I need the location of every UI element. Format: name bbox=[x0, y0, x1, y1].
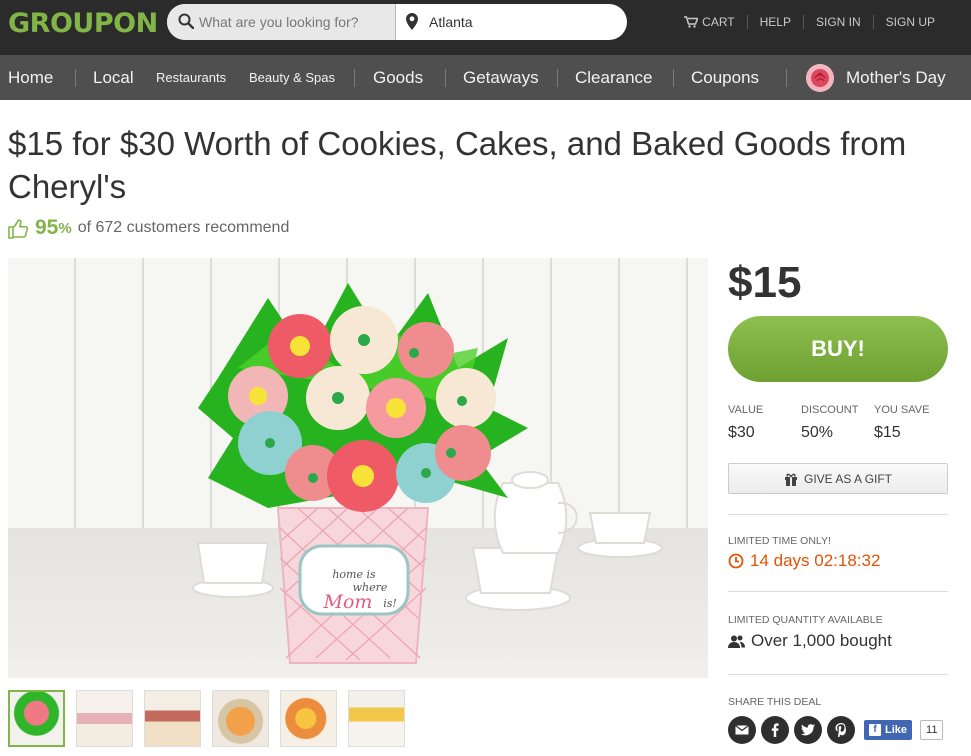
twitter-icon bbox=[801, 724, 815, 736]
cookie-bouquet-illustration: home is where Mom is! bbox=[192, 283, 663, 664]
nav-coupons[interactable]: Coupons bbox=[691, 55, 759, 100]
facebook-like-label: Like bbox=[885, 724, 908, 736]
recommend-percent: 95 bbox=[35, 216, 59, 239]
category-nav: Home Local Restaurants Beauty & Spas Goo… bbox=[0, 55, 971, 100]
nav-home[interactable]: Home bbox=[8, 55, 53, 100]
share-label: SHARE THIS DEAL bbox=[728, 696, 822, 708]
thumbnail-2[interactable] bbox=[76, 690, 133, 747]
savings-label: YOU SAVE bbox=[874, 404, 930, 416]
nav-restaurants[interactable]: Restaurants bbox=[156, 55, 226, 100]
recommend-summary: 95 % of 672 customers recommend bbox=[8, 216, 289, 240]
search-bar bbox=[167, 4, 627, 40]
search-field bbox=[167, 4, 396, 40]
facebook-like-count: 11 bbox=[920, 720, 944, 740]
twitter-share-button[interactable] bbox=[794, 716, 822, 744]
deal-main-image[interactable]: home is where Mom is! bbox=[8, 258, 708, 678]
pinterest-share-button[interactable] bbox=[827, 716, 855, 744]
divider bbox=[728, 514, 948, 515]
thumbnail-1[interactable] bbox=[8, 690, 65, 747]
nav-clearance[interactable]: Clearance bbox=[575, 55, 653, 100]
value-amount: $30 bbox=[728, 424, 755, 441]
divider bbox=[728, 591, 948, 592]
deal-stats: VALUE $30 DISCOUNT 50% YOU SAVE $15 bbox=[728, 404, 947, 442]
nav-divider bbox=[354, 69, 355, 87]
nav-local[interactable]: Local bbox=[93, 55, 134, 100]
nav-mothers-day[interactable]: Mother's Day bbox=[846, 55, 946, 100]
give-as-gift-button[interactable]: GIVE AS A GIFT bbox=[728, 463, 948, 494]
cart-link[interactable]: CART bbox=[672, 15, 746, 29]
nav-divider bbox=[557, 69, 558, 87]
thumbnail-4[interactable] bbox=[212, 690, 269, 747]
limited-time-label: LIMITED TIME ONLY! bbox=[728, 535, 831, 547]
gift-label: GIVE AS A GIFT bbox=[803, 471, 893, 486]
bought-count: Over 1,000 bought bbox=[728, 631, 892, 651]
nav-goods[interactable]: Goods bbox=[373, 55, 423, 100]
cart-icon bbox=[684, 16, 699, 28]
location-input[interactable] bbox=[429, 4, 619, 40]
thumbs-up-icon bbox=[8, 218, 29, 239]
nav-beauty-spas[interactable]: Beauty & Spas bbox=[249, 55, 335, 100]
facebook-share-button[interactable] bbox=[761, 716, 789, 744]
nav-divider bbox=[445, 69, 446, 87]
label-line3: Mom bbox=[323, 591, 373, 613]
deal-price: $15 bbox=[728, 258, 802, 307]
account-links: CART HELP SIGN IN SIGN UP bbox=[672, 15, 947, 29]
share-buttons: f Like 11 bbox=[728, 716, 944, 744]
rose-icon bbox=[806, 64, 834, 92]
search-input[interactable] bbox=[199, 4, 394, 40]
value-stat: VALUE $30 bbox=[728, 404, 801, 442]
divider bbox=[728, 674, 948, 675]
bought-text: Over 1,000 bought bbox=[751, 631, 892, 650]
gift-icon bbox=[784, 473, 797, 486]
value-label: VALUE bbox=[728, 404, 764, 416]
countdown-timer: 14 days 02:18:32 bbox=[728, 551, 880, 571]
thumbnail-5[interactable] bbox=[280, 690, 337, 747]
image-thumbnails bbox=[8, 690, 405, 747]
groupon-logo[interactable]: GROUPON bbox=[8, 8, 158, 39]
recommend-text: of 672 customers recommend bbox=[77, 219, 290, 236]
deal-title: $15 for $30 Worth of Cookies, Cakes, and… bbox=[8, 125, 907, 205]
pinterest-icon bbox=[835, 723, 846, 737]
nav-divider bbox=[75, 69, 76, 87]
discount-stat: DISCOUNT 50% bbox=[801, 404, 874, 442]
discount-amount: 50% bbox=[801, 424, 834, 441]
facebook-f-icon: f bbox=[869, 724, 881, 736]
label-line4: is! bbox=[383, 597, 397, 610]
limited-quantity-label: LIMITED QUANTITY AVAILABLE bbox=[728, 614, 883, 626]
people-icon bbox=[728, 635, 745, 648]
recommend-percent-sign: % bbox=[58, 219, 72, 237]
nav-divider bbox=[673, 69, 674, 87]
label-line1: home is bbox=[332, 568, 376, 581]
sign-up-link[interactable]: SIGN UP bbox=[872, 15, 947, 29]
facebook-like-button[interactable]: f Like bbox=[864, 720, 913, 740]
clock-icon bbox=[728, 553, 744, 569]
top-bar: GROUPON CART HELP SIGN IN SIGN UP bbox=[0, 0, 971, 55]
facebook-icon bbox=[771, 723, 779, 737]
cart-label: CART bbox=[702, 15, 735, 29]
email-share-button[interactable] bbox=[728, 716, 756, 744]
discount-label: DISCOUNT bbox=[801, 404, 859, 416]
email-icon bbox=[735, 725, 749, 735]
savings-stat: YOU SAVE $15 bbox=[874, 404, 947, 442]
help-link[interactable]: HELP bbox=[746, 15, 803, 29]
buy-button[interactable]: BUY! bbox=[728, 316, 948, 382]
sign-in-link[interactable]: SIGN IN bbox=[802, 15, 873, 29]
nav-getaways[interactable]: Getaways bbox=[463, 55, 539, 100]
thumbnail-6[interactable] bbox=[348, 690, 405, 747]
thumbnail-3[interactable] bbox=[144, 690, 201, 747]
location-pin-icon bbox=[406, 13, 418, 30]
nav-divider bbox=[786, 69, 787, 87]
savings-amount: $15 bbox=[874, 424, 901, 441]
search-icon bbox=[178, 13, 194, 29]
countdown-text: 14 days 02:18:32 bbox=[750, 551, 881, 570]
